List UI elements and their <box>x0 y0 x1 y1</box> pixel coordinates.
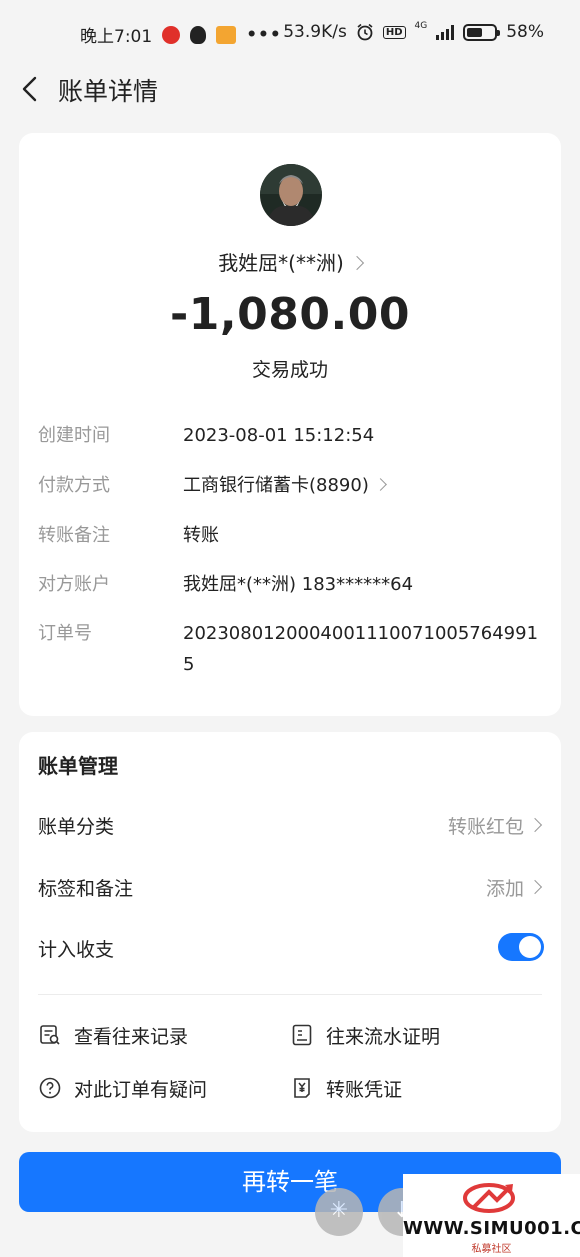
battery-fill <box>467 27 483 37</box>
detail-value: 2023-08-01 15:12:54 <box>183 425 375 446</box>
payee-label: 我姓屈*(**洲) <box>218 251 344 275</box>
floating-button[interactable]: ✳ <box>315 1188 363 1236</box>
management-title: 账单管理 <box>38 754 118 778</box>
net-speed: 53.9K/s <box>283 22 347 42</box>
chevron-right-icon <box>527 817 543 833</box>
detail-label: 创建时间 <box>38 425 110 446</box>
battery-percent: 58% <box>506 22 544 42</box>
header: 账单详情 <box>0 70 580 110</box>
sparkle-icon: ✳ <box>329 1198 349 1223</box>
detail-value: 20230801200040011100710057649915 <box>183 623 539 675</box>
include-toggle[interactable] <box>498 933 544 961</box>
battery-icon <box>463 23 501 41</box>
page-title: 账单详情 <box>58 77 159 106</box>
chevron-left-icon[interactable] <box>16 74 46 104</box>
detail-value: 转账 <box>183 525 219 546</box>
link-label: 往来流水证明 <box>326 1025 441 1048</box>
avatar-image <box>260 164 322 226</box>
alarm-icon <box>357 23 373 41</box>
bill-category-row[interactable]: 账单分类 转账红包 <box>38 812 544 842</box>
link-label: 对此订单有疑问 <box>74 1078 208 1101</box>
detail-row-counterparty: 对方账户 我姓屈*(**洲) 183******64 <box>38 569 548 600</box>
watermark-text: WWW.SIMU001.CN <box>403 1218 580 1239</box>
detail-row-remark: 转账备注 转账 <box>38 520 548 551</box>
status-left: 晚上7:01 ••• <box>80 22 282 48</box>
link-label: 转账凭证 <box>326 1078 403 1101</box>
view-records-link[interactable]: 查看往来记录 <box>38 1021 188 1049</box>
detail-label: 对方账户 <box>38 574 110 595</box>
category-value: 转账红包 <box>447 816 524 838</box>
chevron-right-icon <box>349 255 364 271</box>
tags-label: 标签和备注 <box>38 878 134 900</box>
include-row: 计入收支 <box>38 933 544 965</box>
chevron-right-icon <box>527 879 543 895</box>
detail-value-wrap: 工商银行储蓄卡(8890) <box>183 470 543 501</box>
voucher-icon <box>294 1078 310 1098</box>
network-type: 4G <box>414 21 428 31</box>
status-bar: 晚上7:01 ••• 53.9K/s HD 4G 58% <box>0 0 580 70</box>
question-icon <box>39 1077 61 1099</box>
hd-icon: HD <box>382 25 406 39</box>
voucher-link[interactable]: 转账凭证 <box>290 1074 402 1102</box>
detail-row-payment-method[interactable]: 付款方式 工商银行储蓄卡(8890) <box>38 470 548 501</box>
bill-management-card: 账单管理 账单分类 转账红包 标签和备注 添加 计入收支 查看往来记录 往来流水… <box>19 732 561 1132</box>
avatar[interactable] <box>260 164 322 226</box>
amount: -1,080.00 <box>170 289 410 340</box>
record-search-icon <box>40 1025 60 1045</box>
status-time: 晚上7:01 <box>80 27 153 47</box>
netease-music-icon <box>162 25 181 44</box>
more-dots-icon: ••• <box>246 24 282 45</box>
category-label: 账单分类 <box>38 816 115 838</box>
divider <box>38 994 542 995</box>
detail-label: 订单号 <box>38 623 92 644</box>
watermark-logo <box>463 1183 515 1213</box>
statement-icon <box>292 1024 312 1046</box>
signal-icon <box>436 24 455 40</box>
question-link[interactable]: 对此订单有疑问 <box>38 1074 207 1102</box>
chevron-right-icon <box>373 478 387 491</box>
payee-name[interactable]: 我姓屈*(**洲) <box>19 247 561 276</box>
detail-value: 工商银行储蓄卡(8890) <box>183 475 369 496</box>
detail-value: 我姓屈*(**洲) 183******64 <box>183 574 414 595</box>
watermark-sub: 私募社区 <box>471 1244 512 1255</box>
detail-label: 转账备注 <box>38 525 110 546</box>
statement-link[interactable]: 往来流水证明 <box>290 1021 440 1049</box>
link-label: 查看往来记录 <box>74 1025 189 1048</box>
watermark: WWW.SIMU001.CN 私募社区 <box>403 1174 580 1257</box>
detail-row-order-number: 订单号 20230801200040011100710057649915 <box>38 618 548 680</box>
transaction-status: 交易成功 <box>251 359 328 381</box>
qq-icon <box>190 25 207 44</box>
tags-row[interactable]: 标签和备注 添加 <box>38 874 544 904</box>
tags-value: 添加 <box>485 878 524 900</box>
detail-label: 付款方式 <box>38 475 110 496</box>
app-icon <box>216 25 237 44</box>
status-right: 53.9K/s HD 4G 58% <box>283 21 544 42</box>
detail-row-created: 创建时间 2023-08-01 15:12:54 <box>38 420 548 451</box>
include-label: 计入收支 <box>38 939 115 961</box>
bill-summary-card: 我姓屈*(**洲) -1,080.00 交易成功 创建时间 2023-08-01… <box>19 133 561 716</box>
